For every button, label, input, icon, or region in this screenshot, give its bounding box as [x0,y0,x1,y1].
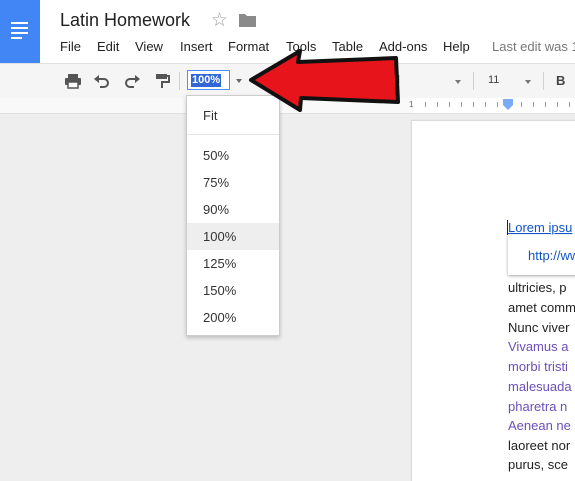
menu-view[interactable]: View [135,39,163,54]
document-title[interactable]: Latin Homework [60,10,190,31]
ruler-tick [569,102,570,107]
chevron-down-icon[interactable] [343,80,349,84]
zoom-option-100[interactable]: 100% [187,223,279,250]
zoom-option-75[interactable]: 75% [187,169,279,196]
ruler-tick [545,102,546,107]
toolbar-divider [473,72,474,90]
font-size-select[interactable]: 11 [488,74,499,86]
ruler-tick [425,102,426,107]
document-text-line: morbi tristi [508,359,568,374]
toolbar-divider [365,72,366,90]
font-select[interactable]: Arial [378,74,400,86]
left-indent-handle[interactable] [503,105,513,110]
menu-insert[interactable]: Insert [180,39,213,54]
ruler-tick [461,102,462,107]
zoom-option-fit[interactable]: Fit [187,102,279,129]
header: Latin Homework ☆ File Edit View Insert F… [0,0,575,63]
document-text-line: malesuada [508,379,572,394]
folder-icon[interactable] [239,13,256,27]
ruler: 1 [0,98,575,114]
document-text-line: Vivamus a [508,339,569,354]
chevron-down-icon[interactable] [455,80,461,84]
document-page[interactable]: Lorem ipsu http://ww ultricies, p amet c… [412,121,575,481]
link-preview-bubble: http://ww [508,235,575,275]
star-icon[interactable]: ☆ [211,11,228,31]
document-text-line: purus, sce [508,457,568,472]
ruler-tick [437,102,438,107]
toolbar: 100% ext Arial 11 B [0,63,575,99]
paragraph-style-select[interactable]: ext [297,74,312,86]
ruler-tick [521,102,522,107]
document-text-line: Aenean ne [508,418,571,433]
toolbar-divider [179,72,180,90]
menu-divider [187,134,279,135]
last-edit-status[interactable]: Last edit was 1 [492,39,575,54]
ruler-tick [497,102,498,107]
document-link[interactable]: Lorem ipsu [508,220,572,236]
docs-home-icon[interactable] [0,0,40,63]
zoom-input[interactable]: 100% [187,70,230,90]
zoom-dropdown-menu: Fit 50% 75% 90% 100% 125% 150% 200% [186,95,280,336]
ruler-tick [533,102,534,107]
document-text-line: laoreet nor [508,438,571,453]
document-text-line: pharetra n [508,399,568,414]
zoom-option-125[interactable]: 125% [187,250,279,277]
ruler-tick [485,102,486,107]
bold-button[interactable]: B [556,73,565,88]
zoom-option-50[interactable]: 50% [187,142,279,169]
ruler-tick [557,102,558,107]
chevron-down-icon[interactable] [525,80,531,84]
menu-file[interactable]: File [60,39,81,54]
undo-icon[interactable] [92,71,112,91]
link-preview-url[interactable]: http://ww [528,248,575,263]
zoom-option-90[interactable]: 90% [187,196,279,223]
document-text-line: ultricies, p [508,280,567,295]
menu-addons[interactable]: Add-ons [379,39,427,54]
menu-format[interactable]: Format [228,39,269,54]
menu-edit[interactable]: Edit [97,39,119,54]
ruler-number: 1 [409,100,414,109]
zoom-value[interactable]: 100% [191,74,222,87]
print-icon[interactable] [63,71,83,91]
document-text-line: Nunc viver [508,320,570,335]
zoom-dropdown-icon[interactable] [236,79,242,83]
paint-format-icon[interactable] [152,71,172,91]
toolbar-divider [543,72,544,90]
zoom-option-150[interactable]: 150% [187,277,279,304]
menu-tools[interactable]: Tools [286,39,316,54]
ruler-tick [473,102,474,107]
ruler-tick [449,102,450,107]
redo-icon[interactable] [122,71,142,91]
document-text-line: amet comm [508,300,575,315]
menu-table[interactable]: Table [332,39,363,54]
menu-help[interactable]: Help [443,39,470,54]
zoom-option-200[interactable]: 200% [187,304,279,331]
